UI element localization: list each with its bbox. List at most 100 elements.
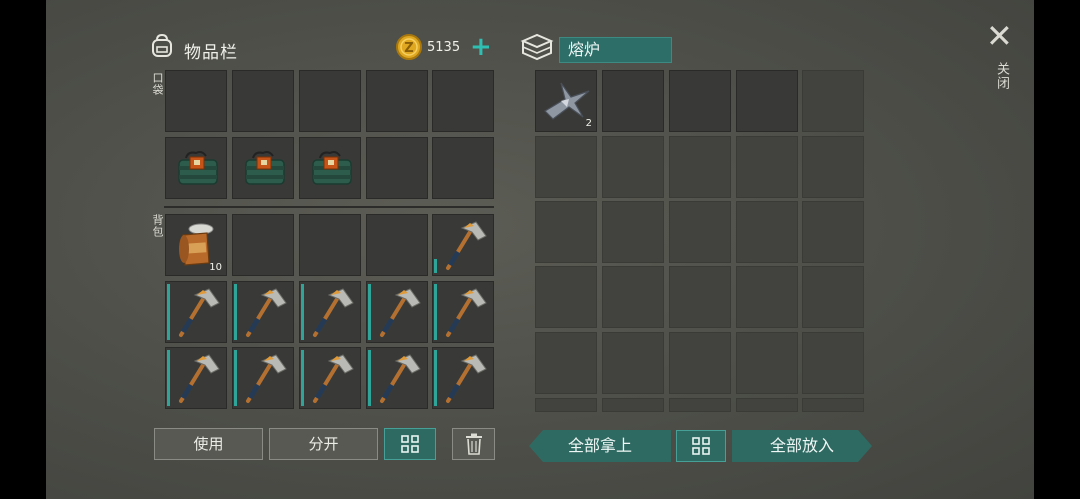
trash-button[interactable] (452, 428, 495, 460)
item-count: 10 (209, 262, 222, 273)
durability-bar (167, 350, 170, 406)
svg-text:Z: Z (404, 41, 413, 56)
pocket-slot[interactable] (232, 70, 294, 132)
hatchet-icon (436, 218, 492, 278)
backpack-label: 背包 (151, 214, 164, 238)
pocket-label: 口袋 (151, 72, 164, 96)
furnace-slot[interactable] (669, 70, 731, 132)
pocket-slot[interactable] (366, 70, 428, 132)
furnace-slot[interactable] (602, 266, 664, 328)
backpack-slot[interactable] (232, 281, 294, 343)
backpack-slot[interactable] (366, 214, 428, 276)
durability-bar (434, 350, 437, 406)
durability-bar (368, 350, 371, 406)
backpack-slot[interactable] (232, 347, 294, 409)
furnace-slot[interactable] (736, 398, 798, 412)
backpack-slot[interactable] (432, 281, 494, 343)
furnace-slot[interactable] (802, 136, 864, 198)
furnace-slot[interactable] (736, 136, 798, 198)
furnace-slot[interactable] (602, 332, 664, 394)
use-button[interactable]: 使用 (154, 428, 263, 460)
pocket-slot[interactable] (299, 137, 361, 199)
left-letterbox (0, 0, 46, 499)
backpack-slot[interactable] (366, 281, 428, 343)
hatchet-icon (169, 351, 225, 411)
furnace-title: 熔炉 (559, 37, 672, 63)
durability-bar (234, 284, 237, 340)
pocket-slot[interactable] (366, 137, 428, 199)
backpack-slot[interactable] (299, 214, 361, 276)
furnace-slot[interactable] (535, 332, 597, 394)
furnace-slot[interactable] (535, 266, 597, 328)
backpack-slot[interactable] (432, 214, 494, 276)
right-letterbox (1034, 0, 1080, 499)
durability-bar (234, 350, 237, 406)
take-all-button[interactable]: 全部拿上 (529, 430, 671, 462)
hatchet-icon (303, 285, 359, 345)
coin-icon: Z (395, 33, 423, 65)
furnace-slot[interactable] (669, 136, 731, 198)
backpack-slot[interactable] (299, 281, 361, 343)
furnace-slot[interactable] (802, 266, 864, 328)
hatchet-icon (236, 351, 292, 411)
sort-button[interactable] (384, 428, 436, 460)
backpack-slot[interactable] (299, 347, 361, 409)
hatchet-icon (236, 285, 292, 345)
pocket-slot[interactable] (165, 137, 227, 199)
furnace-slot[interactable] (802, 398, 864, 412)
furnace-slot[interactable] (535, 398, 597, 412)
hatchet-icon (436, 351, 492, 411)
durability-bar (167, 284, 170, 340)
durability-bar (434, 259, 437, 273)
hatchet-icon (370, 285, 426, 345)
backpack-slot[interactable]: 10 (165, 214, 227, 276)
furnace-slot[interactable] (802, 332, 864, 394)
furnace-slot[interactable] (802, 201, 864, 263)
backpack-slot[interactable] (366, 347, 428, 409)
hatchet-icon (169, 285, 225, 345)
furnace-slot[interactable] (669, 332, 731, 394)
furnace-sort-button[interactable] (676, 430, 726, 462)
close-label[interactable]: 关闭 (992, 62, 1011, 90)
durability-bar (301, 284, 304, 340)
furnace-slot[interactable] (602, 398, 664, 412)
backpack-slot[interactable] (165, 347, 227, 409)
put-all-button[interactable]: 全部放入 (732, 430, 872, 462)
item-count: 2 (585, 118, 592, 129)
furnace-slot[interactable]: 2 (535, 70, 597, 132)
furnace-slot[interactable] (802, 70, 864, 132)
hatchet-icon (370, 351, 426, 411)
pocket-slot[interactable] (232, 137, 294, 199)
furnace-slot[interactable] (736, 201, 798, 263)
furnace-slot[interactable] (602, 136, 664, 198)
close-icon[interactable]: ✕ (986, 20, 1013, 52)
backpack-slot[interactable] (432, 347, 494, 409)
furnace-slot[interactable] (602, 201, 664, 263)
coin-count: 5135 (427, 40, 461, 55)
split-button[interactable]: 分开 (269, 428, 378, 460)
hatchet-icon (436, 285, 492, 345)
furnace-slot[interactable] (669, 201, 731, 263)
furnace-slot[interactable] (669, 398, 731, 412)
furnace-slot[interactable] (535, 201, 597, 263)
pocket-slot[interactable] (165, 70, 227, 132)
pocket-slot[interactable] (299, 70, 361, 132)
furnace-slot[interactable] (669, 266, 731, 328)
inventory-title: 物品栏 (184, 43, 238, 63)
grid-sort-icon (401, 435, 419, 453)
add-coins-button[interactable]: + (470, 34, 492, 60)
pocket-slot[interactable] (432, 137, 494, 199)
explosive-pack-icon (239, 148, 289, 194)
trash-icon (465, 433, 482, 455)
backpack-slot[interactable] (232, 214, 294, 276)
furnace-slot[interactable] (736, 266, 798, 328)
furnace-slot[interactable] (602, 70, 664, 132)
durability-bar (368, 284, 371, 340)
furnace-slot[interactable] (736, 70, 798, 132)
backpack-slot[interactable] (165, 281, 227, 343)
furnace-slot[interactable] (736, 332, 798, 394)
explosive-pack-icon (172, 148, 222, 194)
pocket-slot[interactable] (432, 70, 494, 132)
grid-sort-icon (692, 437, 710, 455)
furnace-slot[interactable] (535, 136, 597, 198)
